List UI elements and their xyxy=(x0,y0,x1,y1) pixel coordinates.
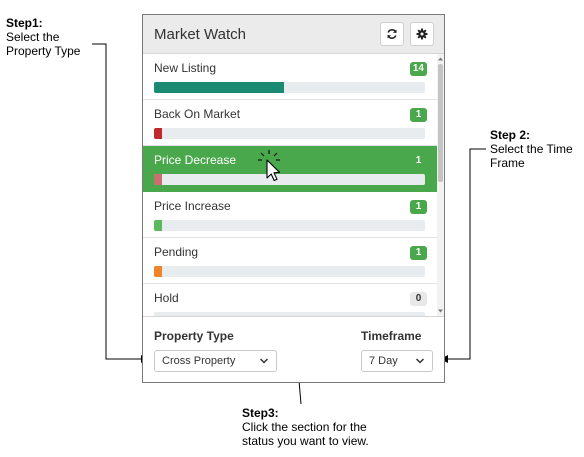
step3-line-1: Click the section for the xyxy=(242,420,367,434)
status-row-label: Pending xyxy=(154,245,199,259)
status-list: New Listing 14 Back On Market 1 Price Decrea… xyxy=(143,54,437,316)
status-row-label: Price Decrease xyxy=(154,153,237,167)
status-count-badge: 1 xyxy=(410,246,427,260)
scroll-down-arrow-icon[interactable] xyxy=(437,307,444,315)
status-progress-track xyxy=(154,266,425,277)
widget-header: Market Watch xyxy=(143,15,444,54)
step1-callout: Step1: Select the Property Type xyxy=(6,16,80,58)
timeframe-label: Timeframe xyxy=(361,329,422,343)
step2-heading: Step 2: xyxy=(490,128,531,142)
market-watch-widget: Market Watch New Listing 14 Back On Mark… xyxy=(142,14,445,383)
scroll-up-arrow-icon[interactable] xyxy=(437,55,444,63)
status-progress-track xyxy=(154,220,425,231)
widget-title: Market Watch xyxy=(154,26,246,43)
status-progress-fill xyxy=(154,220,163,231)
status-row-label: Back On Market xyxy=(154,107,241,121)
scrollbar-thumb[interactable] xyxy=(438,64,443,182)
gear-icon xyxy=(416,28,428,40)
status-count-badge: 1 xyxy=(410,200,427,214)
status-progress-fill xyxy=(154,128,163,139)
status-row-label: Hold xyxy=(154,291,179,305)
timeframe-select[interactable]: 7 Day xyxy=(361,350,433,372)
status-count-badge: 1 xyxy=(415,155,422,166)
list-scrollbar[interactable] xyxy=(437,54,444,316)
chevron-down-icon xyxy=(415,358,425,364)
status-row[interactable]: Hold 0 xyxy=(143,284,437,316)
status-row[interactable]: Price Increase 1 xyxy=(143,192,437,238)
status-progress-track xyxy=(154,82,425,93)
step3-callout: Step3: Click the section for the status … xyxy=(242,406,369,448)
refresh-icon xyxy=(387,29,397,39)
status-count-badge: 14 xyxy=(409,62,427,76)
step2-callout: Step 2: Select the Time Frame xyxy=(490,128,573,170)
step3-heading: Step3: xyxy=(242,406,279,420)
status-count-badge: 0 xyxy=(410,292,427,306)
property-type-label: Property Type xyxy=(154,329,234,343)
status-row[interactable]: Back On Market 1 xyxy=(143,100,437,146)
widget-footer: Property Type Timeframe Cross Property 7… xyxy=(143,316,444,382)
status-count-badge: 1 xyxy=(410,108,427,122)
status-progress-track xyxy=(154,128,425,139)
status-row[interactable]: Pending 1 xyxy=(143,238,437,284)
step2-line-2: Frame xyxy=(490,156,525,170)
status-progress-track xyxy=(154,174,425,185)
chevron-down-icon xyxy=(259,358,269,364)
step3-line-2: status you want to view. xyxy=(242,434,369,448)
status-progress-fill xyxy=(154,266,163,277)
step1-heading: Step1: xyxy=(6,16,43,30)
status-progress-fill xyxy=(154,82,285,93)
status-progress-fill xyxy=(154,174,163,185)
step1-connector xyxy=(92,43,149,363)
status-row-label: New Listing xyxy=(154,61,217,75)
settings-button[interactable] xyxy=(410,22,434,46)
status-row[interactable]: Price Decrease 1 xyxy=(143,146,437,192)
step2-line-1: Select the Time xyxy=(490,142,573,156)
step2-connector xyxy=(440,148,486,363)
step1-line-1: Select the xyxy=(6,30,60,44)
status-row[interactable]: New Listing 14 xyxy=(143,54,437,100)
property-type-select[interactable]: Cross Property xyxy=(154,350,277,372)
status-row-label: Price Increase xyxy=(154,199,231,213)
timeframe-value: 7 Day xyxy=(369,355,398,367)
property-type-value: Cross Property xyxy=(162,355,236,367)
step1-line-2: Property Type xyxy=(6,44,81,58)
refresh-button[interactable] xyxy=(380,22,404,46)
